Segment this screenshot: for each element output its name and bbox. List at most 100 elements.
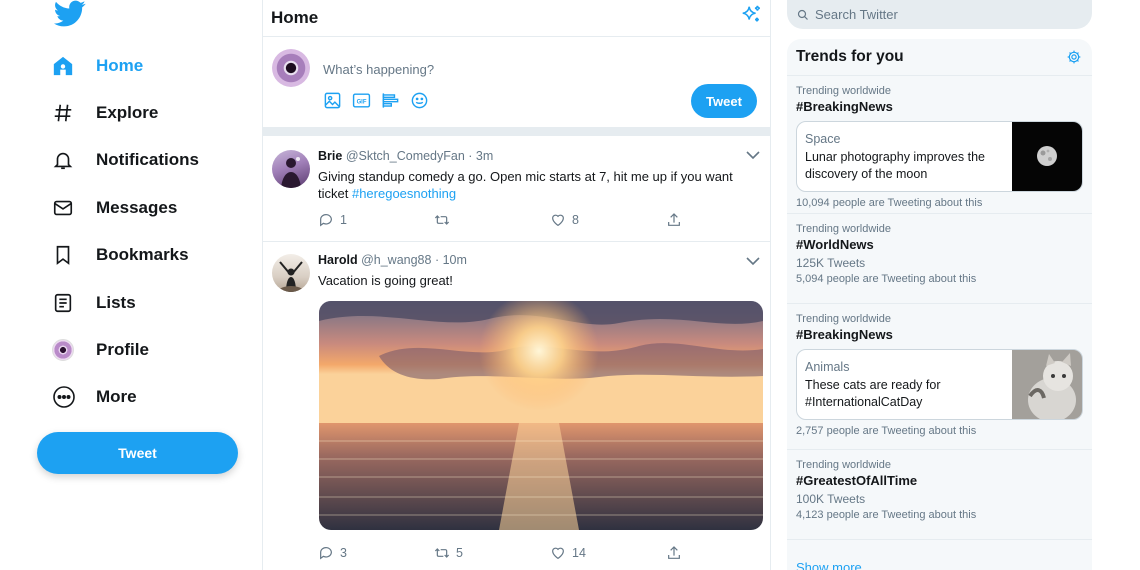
tweet-photo[interactable]	[319, 301, 763, 530]
gear-icon[interactable]	[1066, 49, 1082, 65]
sidebar: Home Explore Notifications Messages Book…	[0, 0, 262, 570]
avatar[interactable]	[272, 254, 310, 292]
tweet-button[interactable]: Tweet	[37, 432, 238, 474]
sidebar-item-explore[interactable]: Explore	[52, 89, 199, 136]
avatar[interactable]	[272, 49, 310, 87]
trend-people-count: 2,757 people are Tweeting about this	[796, 425, 977, 437]
twitter-logo-icon[interactable]	[54, 0, 86, 28]
bookmark-icon	[52, 242, 86, 268]
sidebar-item-label: Explore	[96, 103, 159, 123]
like-count: 8	[572, 213, 579, 227]
list-icon	[52, 290, 86, 316]
like-button[interactable]: 8	[550, 212, 666, 228]
avatar	[52, 337, 86, 363]
trend-people-count: 10,094 people are Tweeting about this	[796, 197, 983, 209]
trend-item[interactable]: Trending worldwide #WorldNews 125K Tweet…	[787, 214, 1092, 304]
tweet-timestamp[interactable]: · 10m	[435, 253, 467, 267]
sidebar-item-bookmarks[interactable]: Bookmarks	[52, 232, 199, 279]
sidebar-item-messages[interactable]: Messages	[52, 184, 199, 231]
trend-hashtag[interactable]: #GreatestOfAllTime	[796, 472, 1083, 490]
emoji-icon[interactable]	[410, 91, 429, 110]
envelope-icon	[52, 195, 86, 221]
tweet-author-handle[interactable]: @h_wang88	[361, 253, 431, 267]
tweet-actions: 1 8	[318, 212, 782, 228]
home-icon	[52, 53, 86, 79]
trend-news-card[interactable]: Space Lunar photography improves the dis…	[796, 121, 1083, 192]
sidebar-item-more[interactable]: More	[52, 374, 199, 421]
chevron-down-icon[interactable]	[746, 150, 760, 160]
chevron-down-icon[interactable]	[746, 256, 760, 266]
sidebar-item-label: Home	[96, 55, 144, 75]
share-icon	[668, 213, 680, 226]
tweet[interactable]: Brie @Sktch_ComedyFan · 3m Giving standu…	[263, 136, 770, 242]
trend-item[interactable]: Trending worldwide #BreakingNews Space L…	[787, 76, 1092, 214]
sidebar-item-profile[interactable]: Profile	[52, 326, 199, 373]
main-nav: Home Explore Notifications Messages Book…	[52, 42, 199, 421]
sidebar-item-lists[interactable]: Lists	[52, 279, 199, 326]
home-timeline: Home What’s happening? GIF Tweet Brie @S…	[262, 0, 771, 570]
card-headline: Lunar photography improves the discovery…	[805, 150, 985, 181]
tweet-button[interactable]: Tweet	[691, 84, 757, 118]
trends-title: Trends for you	[796, 48, 904, 65]
trends-panel: Trends for you Trending worldwide #Break…	[787, 39, 1092, 570]
cat-image	[1012, 350, 1082, 419]
moon-image	[1012, 122, 1082, 191]
sidebar-item-label: Bookmarks	[96, 245, 189, 265]
search-input[interactable]: Search Twitter	[787, 0, 1092, 29]
reply-button[interactable]: 3	[318, 545, 434, 561]
heart-icon	[552, 214, 564, 227]
card-category: Animals	[805, 360, 850, 374]
hashtag-link[interactable]: #heregoesnothing	[352, 186, 456, 201]
sparkle-icon[interactable]	[740, 4, 762, 26]
sidebar-item-label: Notifications	[96, 150, 199, 170]
sidebar-item-label: Profile	[96, 340, 149, 360]
sidebar-item-label: Lists	[96, 292, 136, 312]
retweet-button[interactable]	[434, 212, 550, 228]
page-title: Home	[271, 8, 319, 27]
trend-hashtag[interactable]: #BreakingNews	[796, 98, 1083, 116]
retweet-icon	[434, 215, 450, 225]
trend-people-count: 5,094 people are Tweeting about this	[796, 273, 977, 285]
feed-header: Home	[263, 0, 770, 37]
tweet-author-handle[interactable]: @Sktch_ComedyFan	[346, 149, 465, 163]
sidebar-item-notifications[interactable]: Notifications	[52, 137, 199, 184]
trend-tweet-count: 125K Tweets	[796, 256, 866, 270]
image-icon[interactable]	[323, 91, 342, 110]
retweet-icon	[434, 548, 450, 558]
gif-icon[interactable]: GIF	[352, 91, 371, 110]
share-button[interactable]	[666, 545, 782, 561]
trend-people-count: 4,123 people are Tweeting about this	[796, 509, 977, 521]
card-category: Space	[805, 132, 841, 146]
tweet-author-name[interactable]: Brie	[318, 149, 342, 163]
trend-item[interactable]: Trending worldwide #BreakingNews Animals…	[787, 304, 1092, 450]
tweet-timestamp[interactable]: · 3m	[468, 149, 493, 163]
trend-hashtag[interactable]: #WorldNews	[796, 236, 1083, 254]
trend-item[interactable]: Trending worldwide #GreatestOfAllTime 10…	[787, 450, 1092, 540]
sidebar-item-home[interactable]: Home	[52, 42, 199, 89]
tweet-author-name[interactable]: Harold	[318, 253, 358, 267]
tweet[interactable]: Harold @h_wang88 · 10m Vacation is going…	[263, 242, 770, 570]
avatar[interactable]	[272, 150, 310, 188]
poll-icon[interactable]	[381, 91, 400, 110]
tweet-text: Giving standup comedy a go. Open mic sta…	[318, 168, 758, 202]
share-button[interactable]	[666, 212, 782, 228]
compose-box: What’s happening? GIF Tweet	[263, 37, 770, 136]
like-button[interactable]: 14	[550, 545, 666, 561]
trend-context: Trending worldwide	[796, 223, 891, 235]
like-count: 14	[572, 546, 586, 560]
compose-input[interactable]: What’s happening?	[323, 62, 434, 77]
heart-icon	[552, 547, 564, 560]
bell-icon	[52, 147, 86, 173]
reply-count: 1	[340, 213, 347, 227]
trend-news-card[interactable]: Animals These cats are ready for #Intern…	[796, 349, 1083, 420]
hashtag-icon	[52, 100, 86, 126]
retweet-button[interactable]: 5	[434, 545, 550, 561]
more-circle-icon	[52, 384, 86, 410]
sidebar-item-label: More	[96, 387, 137, 407]
share-icon	[668, 546, 680, 559]
reply-count: 3	[340, 546, 347, 560]
trend-hashtag[interactable]: #BreakingNews	[796, 326, 1083, 344]
reply-button[interactable]: 1	[318, 212, 434, 228]
trend-context: Trending worldwide	[796, 459, 891, 471]
show-more-link[interactable]: Show more	[796, 560, 862, 570]
